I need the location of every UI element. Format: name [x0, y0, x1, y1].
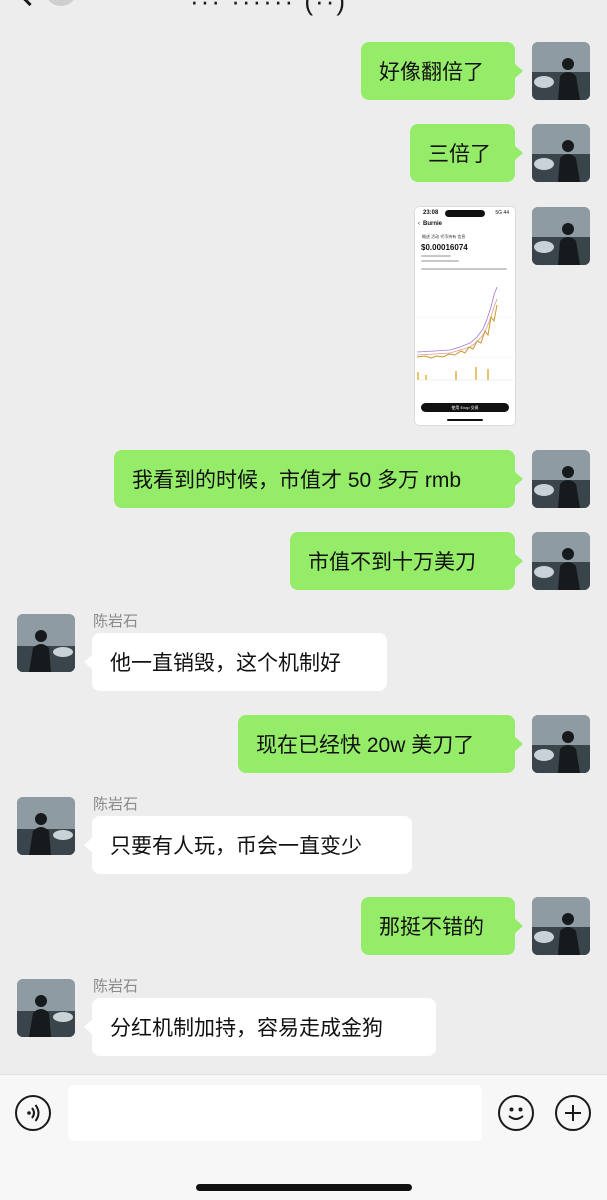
- screenshot-line: [421, 268, 507, 270]
- image-message[interactable]: 23:08 5G 44 ‹ Burnie 概述 活动 代币持有 信息 $0.00…: [415, 207, 515, 425]
- back-icon[interactable]: [18, 0, 41, 7]
- message-text: 他一直销毁，这个机制好: [110, 652, 341, 675]
- screenshot-token-name: Burnie: [423, 221, 443, 227]
- screenshot-chart: [416, 286, 513, 381]
- dynamic-island: [445, 210, 485, 217]
- message-text: 三倍了: [428, 143, 491, 166]
- message-bubble[interactable]: 分红机制加持，容易走成金狗: [84, 998, 436, 1056]
- message-text: 分红机制加持，容易走成金狗: [110, 1017, 383, 1040]
- screenshot-trade-button: 使用 Exop 交易: [421, 403, 509, 412]
- message-bubble[interactable]: 他一直销毁，这个机制好: [84, 633, 387, 691]
- avatar[interactable]: [532, 207, 590, 265]
- message-text: 我看到的时候，市值才 50 多万 rmb: [132, 469, 462, 492]
- chat-header: ··· ······ (··): [0, 0, 607, 16]
- screenshot-line: [421, 260, 459, 262]
- sender-name: 陈岩石: [93, 613, 139, 630]
- message-bubble[interactable]: 三倍了: [410, 124, 523, 182]
- screenshot-tabs: 概述 活动 代币持有 信息: [422, 234, 466, 239]
- message-text: 只要有人玩，币会一直变少: [110, 835, 362, 858]
- screenshot-line: [421, 255, 451, 257]
- screenshot-home-indicator: [447, 419, 483, 421]
- message-bubble[interactable]: 好像翻倍了: [361, 42, 523, 100]
- sender-name: 陈岩石: [93, 796, 139, 813]
- sender-avatar[interactable]: [17, 614, 75, 672]
- message-bubble[interactable]: 我看到的时候，市值才 50 多万 rmb: [114, 450, 523, 508]
- avatar[interactable]: [532, 532, 590, 590]
- avatar[interactable]: [532, 897, 590, 955]
- header-avatar[interactable]: [46, 0, 76, 6]
- avatar[interactable]: [532, 450, 590, 508]
- screenshot-status: 5G 44: [495, 210, 509, 216]
- message-input[interactable]: [68, 1085, 482, 1141]
- message-text: 现在已经快 20w 美刀了: [256, 734, 475, 757]
- emoji-icon[interactable]: [498, 1095, 534, 1131]
- voice-icon[interactable]: [15, 1095, 51, 1131]
- message-text: 市值不到十万美刀: [308, 551, 476, 574]
- screenshot-price: $0.00016074: [421, 243, 468, 252]
- screenshot-back-icon: ‹: [418, 221, 420, 227]
- message-text: 那挺不错的: [379, 916, 484, 939]
- sender-name: 陈岩石: [93, 978, 139, 995]
- input-bar: [0, 1074, 607, 1200]
- home-indicator: [196, 1184, 412, 1191]
- avatar[interactable]: [532, 124, 590, 182]
- message-bubble[interactable]: 只要有人玩，币会一直变少: [84, 816, 412, 874]
- chat-screen: ··· ······ (··) 好像翻倍了 三倍了 23:08 5G 44 ‹ …: [0, 0, 607, 1200]
- chat-title: ··· ······ (··): [190, 0, 348, 16]
- message-text: 好像翻倍了: [379, 61, 484, 84]
- sender-avatar[interactable]: [17, 797, 75, 855]
- message-bubble[interactable]: 那挺不错的: [361, 897, 523, 955]
- message-bubble[interactable]: 现在已经快 20w 美刀了: [238, 715, 523, 773]
- message-bubble[interactable]: 市值不到十万美刀: [290, 532, 523, 590]
- screenshot-time: 23:08: [423, 210, 439, 216]
- sender-avatar[interactable]: [17, 979, 75, 1037]
- avatar[interactable]: [532, 715, 590, 773]
- avatar[interactable]: [532, 42, 590, 100]
- plus-icon[interactable]: [555, 1095, 591, 1131]
